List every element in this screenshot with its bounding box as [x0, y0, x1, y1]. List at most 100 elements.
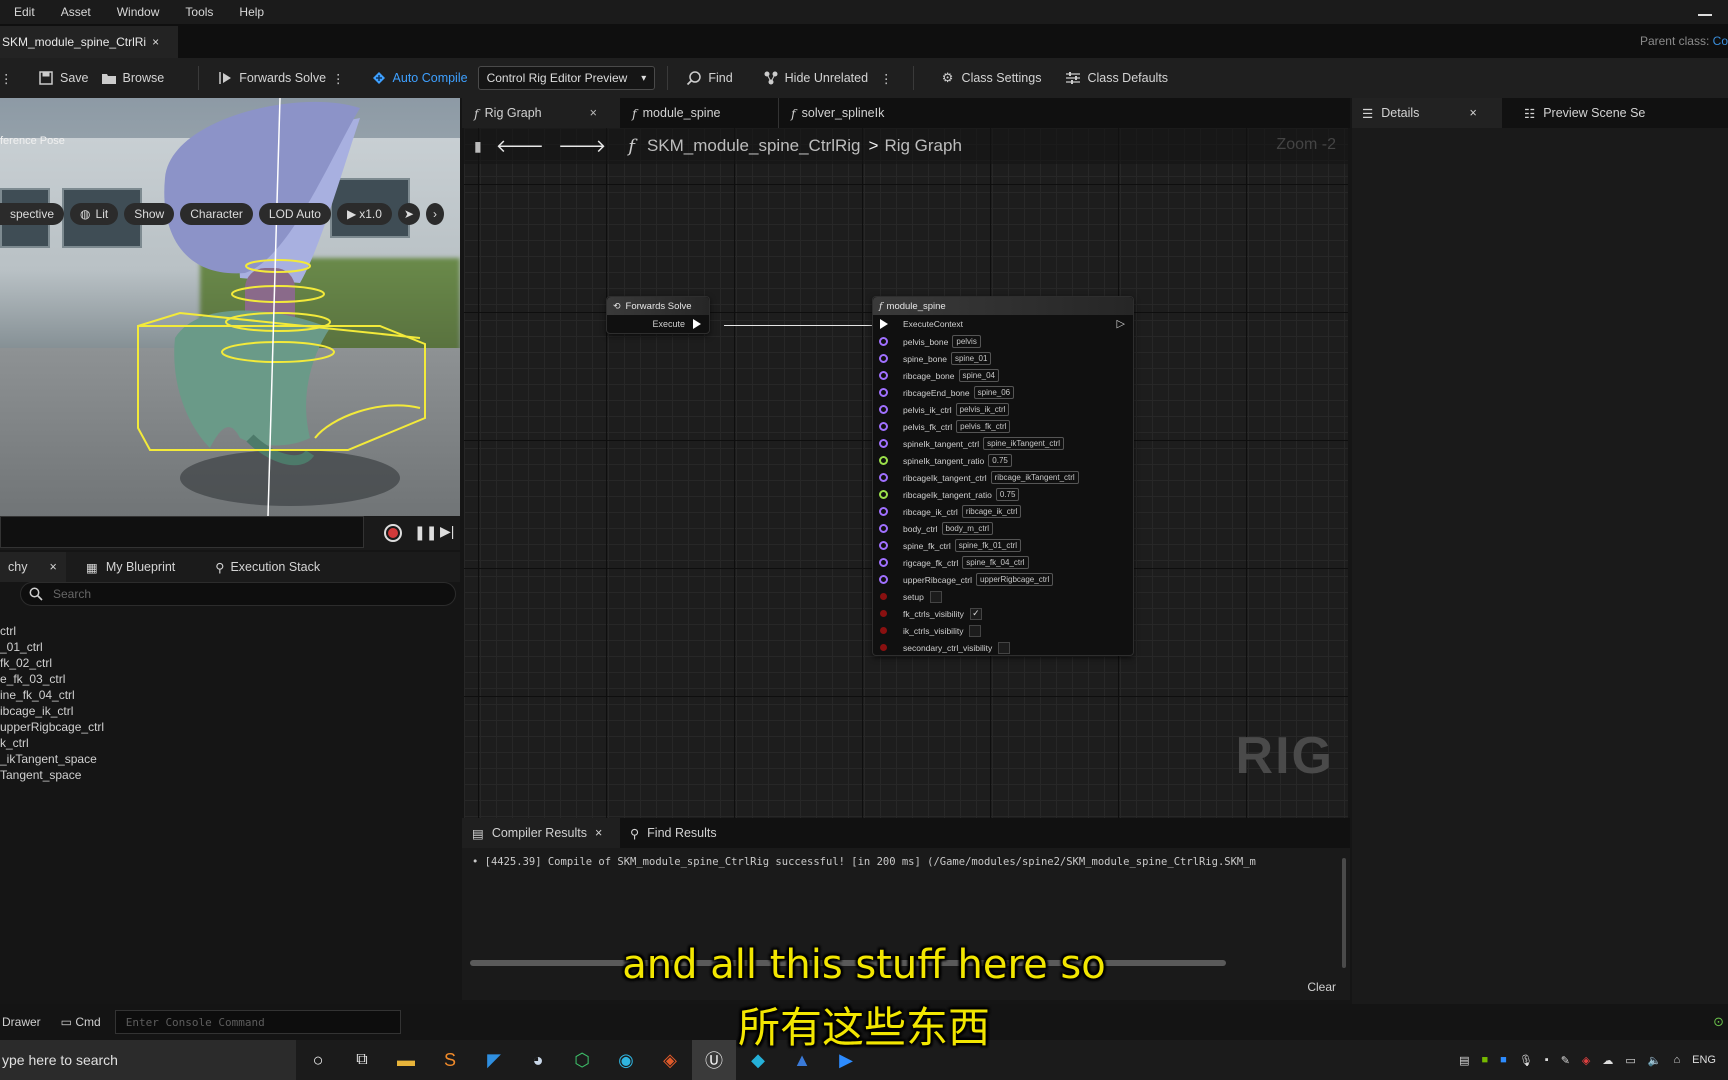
pin-value-field[interactable]: pelvis_ik_ctrl [955, 403, 1010, 416]
close-icon[interactable]: × [49, 560, 56, 574]
wifi-icon[interactable]: ⌂ [1674, 1054, 1681, 1066]
show-button[interactable]: Show [124, 203, 175, 225]
close-icon[interactable]: × [1469, 106, 1476, 120]
cloud-icon[interactable]: ☁ [1602, 1054, 1613, 1067]
node-input-pin[interactable]: pelvis_fk_ctrl pelvis_fk_ctrl [873, 418, 1133, 435]
tree-item[interactable]: ctrl [0, 624, 460, 640]
close-icon[interactable]: × [590, 106, 597, 120]
back-arrow-icon[interactable]: 🡐 [496, 136, 544, 157]
tab-hierarchy[interactable]: chy × [0, 552, 66, 582]
tree-item[interactable]: ine_fk_04_ctrl [0, 688, 460, 704]
node-input-pin[interactable]: spineIk_tangent_ctrl spine_ikTangent_ctrl [873, 435, 1133, 452]
security-icon[interactable]: ◈ [1582, 1054, 1590, 1067]
nvidia-icon[interactable]: ■ [1482, 1054, 1489, 1066]
menu-edit[interactable]: Edit [14, 5, 35, 19]
tab-find-results[interactable]: ⚲ Find Results [620, 818, 727, 848]
viewport[interactable]: spective ◍ Lit Show Character LOD Auto ▶… [0, 98, 460, 516]
pin-connector-icon[interactable] [879, 456, 888, 465]
network-icon[interactable]: ▭ [1625, 1054, 1635, 1067]
pin-connector-icon[interactable] [879, 575, 888, 584]
checkbox[interactable] [969, 624, 982, 637]
pin-connector-icon[interactable] [879, 524, 888, 533]
pin-connector-icon[interactable] [879, 439, 888, 448]
node-input-pin[interactable]: pelvis_bone pelvis [873, 333, 1133, 350]
node-input-pin[interactable]: spineIk_tangent_ratio 0.75 [873, 452, 1133, 469]
close-icon[interactable]: × [152, 35, 159, 49]
node-input-pin[interactable]: pelvis_ik_ctrl pelvis_ik_ctrl [873, 401, 1133, 418]
pin-value-field[interactable]: ribcage_ikTangent_ctrl [990, 471, 1079, 484]
node-input-pin[interactable]: ribcageIk_tangent_ratio 0.75 [873, 486, 1133, 503]
parent-class-link[interactable]: Co [1713, 34, 1728, 48]
record-button[interactable] [384, 524, 402, 542]
checkbox[interactable] [929, 590, 942, 603]
tab-module-spine[interactable]: f module_spine [620, 98, 778, 128]
node-bool-pin[interactable]: fk_ctrls_visibility ✓ [873, 605, 1133, 622]
forward-arrow-icon[interactable]: 🡒 [558, 136, 606, 157]
close-icon[interactable]: × [595, 826, 602, 840]
checkbox[interactable]: ✓ [969, 607, 982, 620]
document-tab[interactable]: SKM_module_spine_CtrlRi × [0, 26, 178, 58]
pin-value-field[interactable]: spine_ikTangent_ctrl [983, 437, 1065, 450]
tab-preview-scene-settings[interactable]: ☷ Preview Scene Se [1514, 98, 1655, 128]
class-defaults-button[interactable]: Class Defaults [1059, 64, 1174, 92]
pin-value-field[interactable]: spine_01 [950, 352, 992, 365]
pin-connector-icon[interactable] [879, 405, 888, 414]
graph-canvas[interactable]: ▮ 🡐 🡒 f SKM_module_spine_CtrlRig > Rig G… [464, 128, 1348, 818]
rig-controls-overlay[interactable] [0, 98, 460, 516]
pin-connector-icon[interactable] [879, 354, 888, 363]
lod-button[interactable]: LOD Auto [258, 203, 331, 225]
compile-log-line[interactable]: • [4425.39] Compile of SKM_module_spine_… [472, 856, 1350, 868]
auto-compile-button[interactable]: Auto Compile [365, 64, 474, 92]
pin-connector-icon[interactable] [879, 337, 888, 346]
pause-icon[interactable]: ❚❚ [414, 524, 437, 541]
find-button[interactable]: Find [680, 64, 738, 92]
pin-connector-icon[interactable] [879, 388, 888, 397]
node-bool-pin[interactable]: ik_ctrls_visibility [873, 622, 1133, 639]
more-options-icon[interactable]: ⋮ [332, 71, 345, 86]
exec-pin-icon[interactable] [880, 319, 888, 329]
preview-dropdown[interactable]: Control Rig Editor Preview ▾ [477, 66, 656, 90]
node-input-pin[interactable]: ribcageIk_tangent_ctrl ribcage_ikTangent_… [873, 469, 1133, 486]
zoom-tray-icon[interactable]: ■ [1500, 1054, 1507, 1066]
volume-icon[interactable]: 🔈 [1648, 1054, 1662, 1067]
character-button[interactable]: Character [180, 203, 253, 225]
execute-pin[interactable]: Execute [607, 315, 709, 333]
app-tray-icon[interactable]: ▪ [1545, 1054, 1549, 1066]
pin-value-field[interactable]: spine_06 [973, 386, 1015, 399]
menu-help[interactable]: Help [239, 5, 264, 19]
pin-connector-icon[interactable] [879, 558, 888, 567]
forwards-solve-node[interactable]: ⟲ Forwards Solve Execute [606, 296, 710, 334]
hide-unrelated-button[interactable]: Hide Unrelated ⋮ [757, 64, 899, 92]
node-input-pin[interactable]: spine_bone spine_01 [873, 350, 1133, 367]
pin-value-field[interactable]: upperRigbcage_ctrl [975, 573, 1054, 586]
forwards-solve-button[interactable]: Forwards Solve ⋮ [211, 64, 350, 92]
tree-item[interactable]: upperRigbcage_ctrl [0, 720, 460, 736]
node-bool-pin[interactable]: secondary_ctrl_visibility [873, 639, 1133, 656]
module-spine-node[interactable]: f module_spine ExecuteContext ▷ pelvis_b… [872, 296, 1134, 656]
node-input-pin[interactable]: ribcageEnd_bone spine_06 [873, 384, 1133, 401]
node-bool-pin[interactable]: setup [873, 588, 1133, 605]
hierarchy-search-input[interactable]: Search [20, 582, 456, 606]
breadcrumb-leaf[interactable]: Rig Graph [884, 136, 961, 156]
pin-connector-icon[interactable] [879, 507, 888, 516]
tree-item[interactable]: fk_02_ctrl [0, 656, 460, 672]
browse-button[interactable]: Browse [95, 64, 171, 92]
node-input-pin[interactable]: spine_fk_ctrl spine_fk_01_ctrl [873, 537, 1133, 554]
pin-value-field[interactable]: pelvis_fk_ctrl [956, 420, 1011, 433]
tree-item[interactable]: _01_ctrl [0, 640, 460, 656]
tab-details[interactable]: ☰ Details × [1352, 98, 1502, 128]
execute-context-pin[interactable]: ExecuteContext ▷ [873, 315, 1133, 333]
tree-item[interactable]: Tangent_space [0, 768, 460, 784]
pin-value-field[interactable]: spine_fk_04_ctrl [962, 556, 1029, 569]
tab-execution-stack[interactable]: ⚲ Execution Stack [207, 552, 328, 582]
pin-value-field[interactable]: spine_fk_01_ctrl [954, 539, 1021, 552]
pin-connector-icon[interactable] [880, 644, 887, 651]
pin-value-field[interactable]: 0.75 [995, 488, 1020, 501]
tab-solver-splineik[interactable]: f solver_splineIk [778, 98, 896, 128]
pen-icon[interactable]: ✎ [1561, 1054, 1570, 1067]
checkbox[interactable] [998, 641, 1011, 654]
news-icon[interactable]: ▤ [1459, 1054, 1469, 1067]
microphone-icon[interactable]: 🎙 [1519, 1054, 1533, 1067]
node-input-pin[interactable]: upperRibcage_ctrl upperRigbcage_ctrl [873, 571, 1133, 588]
keyboard-language[interactable]: ENG [1692, 1054, 1716, 1066]
